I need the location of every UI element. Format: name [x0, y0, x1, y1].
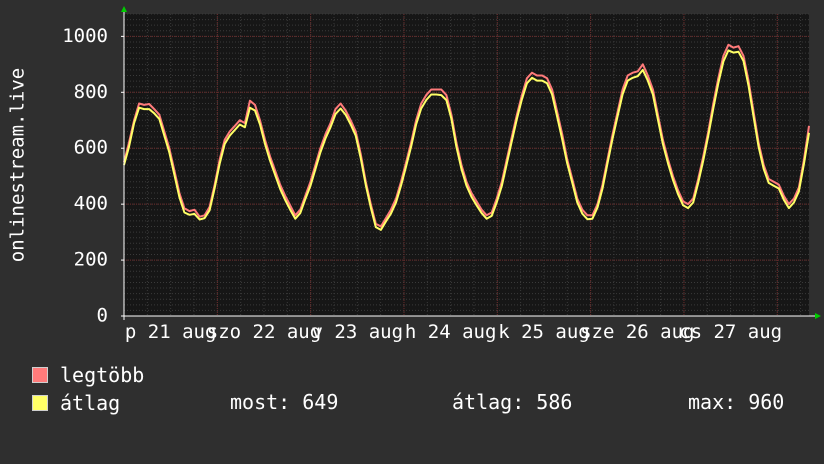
y-tick-label: 400 [74, 193, 108, 215]
y-tick-label: 0 [97, 305, 108, 327]
x-axis-arrow [815, 313, 821, 319]
legend-label-max: legtöbb [60, 363, 145, 387]
x-tick-label: p 21 aug [125, 321, 217, 343]
y-axis-label: onlinestream.live [7, 68, 29, 262]
x-tick-labels: p 21 augszo 22 augv 23 aug h 24 aug k 25 a… [125, 321, 782, 343]
legend-item-avg: átlag [32, 391, 120, 464]
x-tick-label: cs 27 aug [679, 321, 782, 343]
legend-swatch-max [32, 367, 48, 383]
x-tick-label: v 23 aug [312, 321, 404, 343]
y-tick-label: 800 [74, 81, 108, 103]
x-tick-label: h 24 aug [405, 321, 497, 343]
x-tick-label: szo 22 aug [207, 321, 321, 343]
y-axis-arrow [121, 6, 127, 12]
y-tick-label: 600 [74, 137, 108, 159]
stat-current: most: 649 [230, 390, 339, 414]
y-tick-label: 200 [74, 249, 108, 271]
stat-average: átlag: 586 [452, 390, 573, 414]
legend-swatch-avg [32, 395, 48, 411]
legend-label-avg: átlag [60, 391, 121, 415]
y-tick-labels: 0 200 400 600 800 1000 [62, 25, 108, 327]
x-tick-label: k 25 aug [498, 321, 590, 343]
x-tick-label: sze 26 aug [580, 321, 694, 343]
y-tick-label: 1000 [62, 25, 108, 47]
stat-max: max: 960 [688, 390, 785, 414]
